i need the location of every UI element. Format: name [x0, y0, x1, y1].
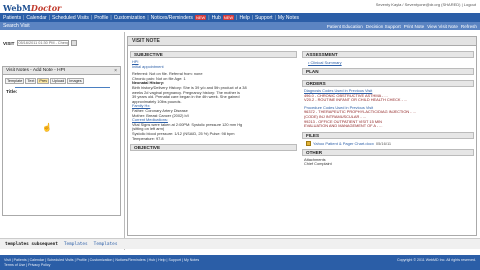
notes-panel-title: Visit Notes - Add Note - HPI	[6, 68, 66, 73]
nav-separator: |	[23, 14, 25, 21]
tab-prev[interactable]: Prev	[37, 78, 50, 84]
subjective-content: HPI Initial appointment Referred: Not on f…	[130, 60, 297, 141]
visit-note-right-column: ASSESSMENT • Clinical Summary PLAN ORDER…	[302, 51, 474, 236]
close-icon[interactable]: ×	[114, 67, 117, 75]
refresh-link[interactable]: Refresh	[461, 24, 477, 29]
subjective-header[interactable]: SUBJECTIVE	[130, 51, 297, 58]
nav-patients[interactable]: Patients	[3, 15, 21, 21]
title-label: Title:	[6, 90, 18, 95]
tab-upload[interactable]: Upload	[50, 78, 67, 84]
nav-separator: |	[48, 14, 50, 21]
new-badge: NEW	[194, 15, 207, 20]
tray-templates-link[interactable]: Templates	[64, 242, 88, 247]
tab-template[interactable]: Template	[5, 78, 25, 84]
nav-notices[interactable]: Notices/Reminders	[151, 15, 193, 21]
document-icon	[306, 140, 311, 146]
notes-panel-header: Visit Notes - Add Note - HPI ×	[3, 67, 120, 75]
files-header[interactable]: FILES	[302, 131, 474, 139]
nav-my-notes[interactable]: My Notes	[278, 15, 299, 21]
visit-selector-row: VISIT 05/16/2011 01:30 PM - Cheng	[3, 40, 77, 46]
visit-note-title: VISIT NOTE	[128, 37, 476, 46]
search-visit-link[interactable]: Search Visit	[0, 23, 327, 29]
nav-separator: |	[110, 14, 112, 21]
nav-help[interactable]: Help	[239, 15, 249, 21]
user-info[interactable]: Seventy Kayla / Seventyone@dr.org (SHARE…	[376, 2, 476, 7]
visit-note-left-column: SUBJECTIVE HPI Initial appointment Referre…	[130, 51, 297, 236]
template-tray: templates subsequent Templates Templates	[0, 238, 480, 249]
orders-header[interactable]: ORDERS	[302, 80, 474, 87]
nav-separator: |	[147, 14, 149, 21]
nav-hub[interactable]: Hub	[212, 15, 221, 21]
footer-legal-links[interactable]: Terms of Use | Privacy Policy	[4, 263, 476, 268]
nav-calendar[interactable]: Calendar	[26, 15, 46, 21]
subnav-links: Patient Education Decision Support Print…	[327, 24, 480, 29]
nav-separator: |	[251, 14, 254, 21]
patient-education-link[interactable]: Patient Education	[327, 24, 363, 29]
file-name: Yahoo Patient & Pager Chart.docx	[313, 140, 374, 146]
tab-images[interactable]: Images	[67, 78, 84, 84]
file-date: 05/16/11	[375, 140, 392, 146]
visit-notes-panel: Visit Notes - Add Note - HPI × Template …	[2, 66, 121, 216]
logo-main-text: WebM	[3, 3, 31, 13]
tab-text[interactable]: Text	[25, 78, 37, 84]
mouse-cursor-icon: ☝	[42, 123, 52, 132]
orders-content: Diagnosis Codes Used in Previous Visit 49…	[302, 89, 474, 129]
tray-templates-link[interactable]: Templates	[94, 242, 118, 247]
nav-separator: |	[208, 14, 210, 21]
nav-separator: |	[90, 14, 93, 21]
other-line: Chief Complaint	[304, 162, 332, 167]
objective-header[interactable]: OBJECTIVE	[130, 144, 297, 152]
nav-separator: |	[236, 14, 238, 21]
logo-sub-text: Doctor	[30, 3, 62, 13]
page-footer: Visit | Patients | Calendar | Scheduled …	[0, 255, 480, 270]
nav-scheduled-visits[interactable]: Scheduled Visits	[52, 15, 89, 21]
nav-profile[interactable]: Profile	[94, 15, 108, 21]
nav-support[interactable]: Support	[255, 15, 273, 21]
tray-templates-subsequent[interactable]: templates subsequent	[5, 242, 58, 247]
print-note-link[interactable]: Print Note	[404, 24, 424, 29]
clinical-summary-label: Clinical Summary	[310, 60, 342, 65]
visit-note-panel: VISIT NOTE SUBJECTIVE HPI Initial appoint…	[127, 36, 477, 236]
visit-go-button[interactable]	[70, 40, 77, 46]
sub-nav: Search Visit Patient Education Decision …	[0, 22, 480, 30]
app-logo[interactable]: WebMDoctor	[3, 3, 61, 13]
copyright: Copyright © 2011 WebMD Inc. All rights r…	[396, 258, 476, 262]
other-header[interactable]: OTHER	[302, 148, 474, 156]
nav-separator: |	[274, 14, 276, 21]
nav-customization[interactable]: Customization	[114, 15, 146, 21]
title-input[interactable]	[15, 87, 110, 88]
main-nav: Patients | Calendar | Scheduled Visits | Pr…	[0, 13, 480, 22]
top-bar: WebMDoctor Seventy Kayla / Seventyone@dr…	[0, 0, 480, 13]
view-visit-note-link[interactable]: View Visit Note	[427, 24, 458, 29]
visit-label: VISIT	[3, 40, 15, 46]
decision-support-link[interactable]: Decision Support	[366, 24, 401, 29]
visit-select[interactable]: 05/16/2011 01:30 PM - Cheng	[16, 40, 69, 46]
plan-header[interactable]: PLAN	[302, 68, 474, 75]
new-badge: NEW	[222, 15, 235, 20]
left-pane: VISIT 05/16/2011 01:30 PM - Cheng Visit …	[0, 32, 125, 250]
assessment-header[interactable]: ASSESSMENT	[302, 51, 474, 58]
notes-tabs: Template Text Prev Upload Images	[3, 75, 120, 87]
